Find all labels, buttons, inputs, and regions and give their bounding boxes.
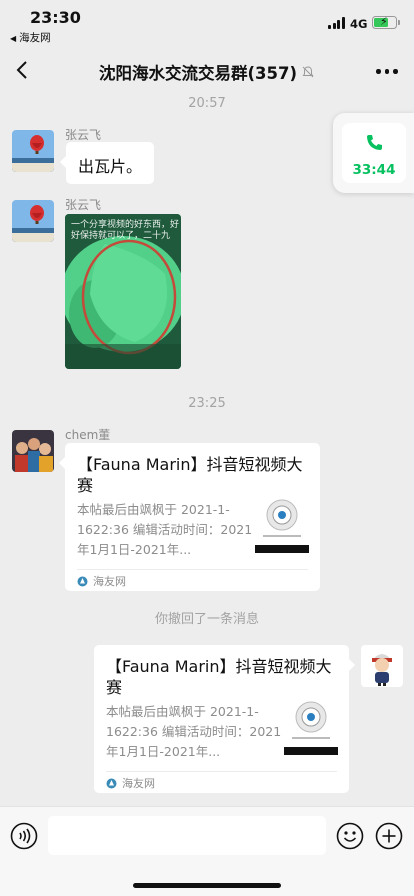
text-message-bubble[interactable]: 出瓦片。 <box>59 142 155 184</box>
status-bar: 23:30 ◀ 海友网 4G ⚡ <box>0 0 414 46</box>
photo-caption: 一个分享视频的好东西，好好保持就可以了，二十九 <box>71 220 180 242</box>
emoji-icon[interactable] <box>336 822 364 850</box>
network-type: 4G <box>350 17 368 31</box>
card-divider <box>106 771 337 772</box>
message-timestamp: 20:57 <box>188 96 226 111</box>
source-logo-icon <box>77 576 88 586</box>
chat-header: 沈阳海水交流交易群(357) <box>0 46 414 96</box>
voice-input-icon[interactable] <box>10 822 38 850</box>
sender-name: chem董 <box>65 428 111 442</box>
card-description: 本帖最后由飒枫于 2021-1-1622:36 编辑活动时间：2021年1月1日… <box>77 502 253 557</box>
card-source-name: 海友网 <box>93 575 126 588</box>
avatar[interactable] <box>12 130 54 172</box>
back-to-app-link[interactable]: ◀ 海友网 <box>10 30 51 45</box>
coral-photo-message[interactable]: 一个分享视频的好东西，好好保持就可以了，二十九 <box>65 214 181 369</box>
status-time: 23:30 <box>30 8 81 27</box>
recall-notice: 你撤回了一条消息 <box>154 612 259 627</box>
my-avatar[interactable] <box>361 645 403 687</box>
home-indicator[interactable] <box>133 883 281 888</box>
card-divider <box>77 569 308 570</box>
chat-title: 沈阳海水交流交易群(357) <box>98 64 298 83</box>
avatar[interactable] <box>12 430 54 472</box>
cartoon-avatar-image <box>361 645 403 687</box>
hot-air-balloon-avatar-image <box>12 130 54 172</box>
card-thumbnail-image <box>284 697 338 755</box>
ongoing-call-widget[interactable]: 33:44 <box>333 113 414 193</box>
chat-messages[interactable]: 20:57 张云飞 出瓦片。 张云飞 一个分享视频的好东西，好好保持就可以了，二… <box>0 96 414 806</box>
card-thumbnail-image <box>255 495 309 553</box>
message-text-input[interactable] <box>48 816 326 855</box>
message-input-bar <box>0 806 414 896</box>
link-card-message[interactable]: 【Fauna Marin】抖音短视频大赛 本帖最后由飒枫于 2021-1-162… <box>59 443 320 591</box>
message-text: 出瓦片。 <box>78 157 143 176</box>
sender-name: 张云飞 <box>65 128 102 142</box>
call-duration: 33:44 <box>352 162 396 178</box>
signal-strength-icon <box>328 17 346 29</box>
charging-bolt-icon: ⚡ <box>380 15 388 28</box>
mute-bell-icon <box>302 66 314 78</box>
more-options-icon[interactable] <box>376 69 398 75</box>
chat-title-container: 沈阳海水交流交易群(357) <box>0 60 414 84</box>
sender-name: 张云飞 <box>65 198 102 212</box>
card-title: 【Fauna Marin】抖音短视频大赛 <box>77 455 303 495</box>
card-source-name: 海友网 <box>122 777 155 790</box>
group-photo-avatar-image <box>12 430 54 472</box>
card-description: 本帖最后由飒枫于 2021-1-1622:36 编辑活动时间：2021年1月1日… <box>106 704 282 759</box>
battery-icon: ⚡ <box>372 15 400 29</box>
source-logo-icon <box>106 778 117 788</box>
plus-icon[interactable] <box>375 822 403 850</box>
back-triangle-icon: ◀ <box>10 34 17 43</box>
phone-icon <box>367 135 382 150</box>
back-app-label: 海友网 <box>19 32 51 44</box>
hot-air-balloon-avatar-image <box>12 200 54 242</box>
link-card-message-sent[interactable]: 【Fauna Marin】抖音短视频大赛 本帖最后由飒枫于 2021-1-162… <box>94 645 355 793</box>
message-timestamp: 23:25 <box>188 396 226 411</box>
avatar[interactable] <box>12 200 54 242</box>
card-title: 【Fauna Marin】抖音短视频大赛 <box>106 657 332 697</box>
